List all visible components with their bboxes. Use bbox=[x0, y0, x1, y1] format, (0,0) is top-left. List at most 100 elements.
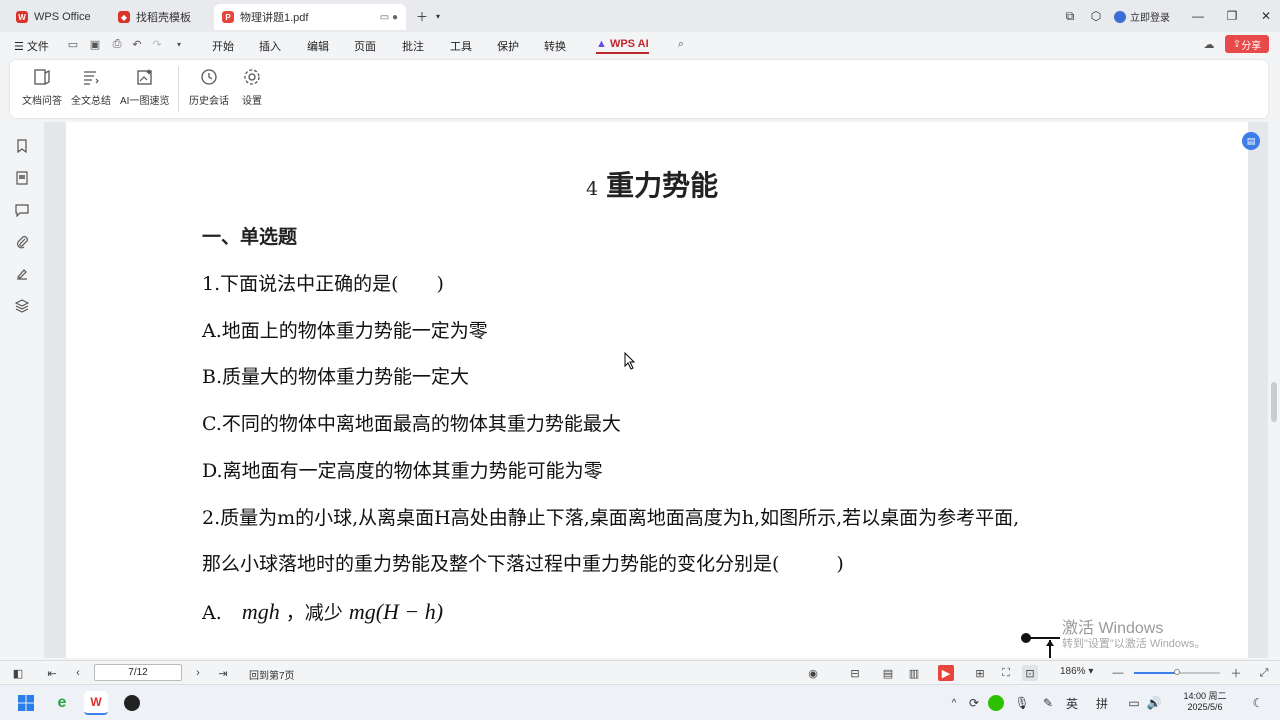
save-icon[interactable]: ▣ bbox=[88, 37, 102, 51]
scrollbar-thumb[interactable] bbox=[1271, 382, 1277, 422]
windows-start-icon[interactable] bbox=[14, 691, 38, 715]
next-page-icon[interactable]: › bbox=[190, 665, 206, 681]
wps-taskbar-icon[interactable]: W bbox=[84, 691, 108, 715]
tab-dot-icon[interactable]: ▭ ● bbox=[380, 12, 398, 23]
menu-insert[interactable]: 插入 bbox=[259, 38, 281, 54]
ime-language[interactable]: 英 bbox=[1060, 691, 1084, 715]
tab-label: 找稻壳模板 bbox=[136, 12, 191, 24]
tab-pdf-document[interactable]: P 物理讲题1.pdf ▭ ● bbox=[214, 4, 406, 30]
expand-icon[interactable]: ⤢ bbox=[1256, 665, 1272, 681]
microphone-icon[interactable]: 🎙 bbox=[1010, 691, 1034, 715]
doc-qa-button[interactable]: 文档问答 bbox=[22, 66, 62, 107]
doc-qa-icon bbox=[31, 66, 53, 88]
title-number: 4 bbox=[586, 178, 599, 200]
single-page-icon[interactable]: ▤ bbox=[880, 665, 896, 681]
login-button[interactable]: 立即登录 bbox=[1114, 9, 1170, 24]
close-button[interactable]: ✕ bbox=[1256, 6, 1276, 26]
rotate-icon[interactable]: ⊞ bbox=[972, 665, 988, 681]
page-number-input[interactable]: 7/12 bbox=[94, 664, 182, 681]
file-menu[interactable]: ☰ 文件 bbox=[14, 38, 49, 54]
settings-label: 设置 bbox=[242, 96, 262, 107]
wps-logo-icon: W bbox=[16, 11, 28, 23]
signature-icon[interactable] bbox=[14, 266, 30, 282]
wps-ai-label: WPS AI bbox=[609, 38, 649, 50]
bookmark-icon[interactable] bbox=[14, 138, 30, 154]
vertical-scrollbar[interactable] bbox=[1268, 122, 1280, 658]
zoom-out-icon[interactable]: — bbox=[1110, 665, 1126, 681]
floating-toolbox-icon[interactable]: ▤ bbox=[1242, 132, 1260, 150]
summary-button[interactable]: 全文总结 bbox=[71, 66, 111, 107]
two-page-icon[interactable]: ▥ bbox=[906, 665, 922, 681]
restore-button[interactable]: ❐ bbox=[1222, 6, 1242, 26]
minimize-button[interactable]: — bbox=[1188, 6, 1208, 26]
sync-icon[interactable]: ⟳ bbox=[962, 691, 986, 715]
redo-icon[interactable]: ↷ bbox=[150, 37, 164, 51]
document-viewport[interactable]: 4 重力势能 一、单选题 1.下面说法中正确的是( ) A.地面上的物体重力势能一… bbox=[44, 122, 1268, 658]
app-circle-icon[interactable] bbox=[120, 691, 144, 715]
menu-wps-ai[interactable]: ▲ WPS AI bbox=[596, 38, 649, 54]
share-icon: ⇪ bbox=[1232, 38, 1242, 50]
share-button[interactable]: ⇪ 分享 bbox=[1225, 35, 1269, 53]
edge-browser-icon[interactable]: e bbox=[50, 691, 74, 715]
zoom-in-icon[interactable]: ＋ bbox=[1228, 665, 1244, 681]
tab-dropdown-icon[interactable]: ▾ bbox=[428, 6, 448, 26]
activation-watermark-hint: 转到"设置"以激活 Windows。 bbox=[1062, 638, 1206, 650]
doc-qa-label: 文档问答 bbox=[22, 96, 62, 107]
print-view-icon[interactable]: ⊡ bbox=[1022, 665, 1038, 681]
wechat-icon[interactable] bbox=[984, 691, 1008, 715]
last-page-icon[interactable]: ⇥ bbox=[215, 665, 231, 681]
history-icon bbox=[198, 66, 220, 88]
menu-tools[interactable]: 工具 bbox=[450, 38, 472, 54]
ai-image-button[interactable]: AI一图速览 bbox=[120, 66, 169, 107]
user-avatar-icon bbox=[1114, 10, 1126, 23]
fullscreen-icon[interactable]: ⛶ bbox=[998, 665, 1014, 681]
tab-docer-template[interactable]: ◆ 找稻壳模板 bbox=[110, 4, 210, 30]
comment-icon[interactable] bbox=[14, 202, 30, 218]
layers-icon[interactable] bbox=[14, 298, 30, 314]
pen-icon[interactable]: ✎ bbox=[1036, 691, 1060, 715]
volume-icon[interactable]: 🔊 bbox=[1142, 691, 1166, 715]
open-icon[interactable]: ▭ bbox=[66, 37, 80, 51]
zoom-slider[interactable] bbox=[1134, 669, 1220, 675]
title-text: 重力势能 bbox=[606, 169, 719, 202]
eye-view-icon[interactable]: ◉ bbox=[805, 665, 821, 681]
history-button[interactable]: 历史会话 bbox=[189, 66, 229, 107]
ai-ribbon: 文档问答 全文总结 AI一图速览 历史会话 设置 bbox=[10, 60, 1268, 118]
attachment-icon[interactable] bbox=[14, 234, 30, 250]
pdf-icon: P bbox=[222, 11, 234, 23]
settings-button[interactable]: 设置 bbox=[241, 66, 263, 107]
menu-edit[interactable]: 编辑 bbox=[307, 38, 329, 54]
menu-convert[interactable]: 转换 bbox=[544, 38, 566, 54]
menu-home[interactable]: 开始 bbox=[212, 38, 234, 54]
search-icon[interactable]: ⌕ bbox=[674, 37, 688, 51]
menu-annotate[interactable]: 批注 bbox=[402, 38, 424, 54]
zoom-level[interactable]: 186% ▾ bbox=[1060, 666, 1093, 677]
first-page-icon[interactable]: ⇤ bbox=[44, 665, 60, 681]
math-expression: mgh bbox=[241, 599, 280, 624]
menu-protect[interactable]: 保护 bbox=[497, 38, 519, 54]
box-icon[interactable]: ⬡ bbox=[1086, 6, 1106, 26]
quick-access-dropdown-icon[interactable]: ▾ bbox=[172, 37, 186, 51]
play-icon[interactable]: ▶ bbox=[938, 665, 954, 681]
section-heading: 一、单选题 bbox=[202, 226, 298, 248]
back-to-page-link[interactable]: 回到第7页 bbox=[249, 667, 295, 682]
ime-pinyin[interactable]: 拼 bbox=[1090, 691, 1114, 715]
print-icon[interactable]: ⎙ bbox=[110, 37, 124, 51]
history-label: 历史会话 bbox=[189, 96, 229, 107]
zoom-slider-handle[interactable] bbox=[1174, 669, 1180, 675]
cloud-upload-icon[interactable]: ☁ bbox=[1202, 37, 1216, 51]
tab-wps-office[interactable]: W WPS Office bbox=[8, 4, 108, 30]
clock[interactable]: 14:00 周二 2025/5/6 bbox=[1180, 689, 1230, 712]
window-layout-icon[interactable]: ⧉ bbox=[1060, 6, 1080, 26]
sidebar-toggle-icon[interactable]: ◧ bbox=[10, 665, 26, 681]
notification-icon[interactable]: ☾ bbox=[1246, 691, 1270, 715]
thumbnail-icon[interactable] bbox=[14, 170, 30, 186]
math-expression: mg(H − h) bbox=[348, 599, 444, 624]
question-2-line-2: 那么小球落地时的重力势能及整个下落过程中重力势能的变化分别是( ) bbox=[202, 553, 844, 575]
prev-page-icon[interactable]: ‹ bbox=[70, 665, 86, 681]
undo-icon[interactable]: ↶ bbox=[130, 37, 144, 51]
share-label: 分享 bbox=[1241, 40, 1262, 52]
menu-page[interactable]: 页面 bbox=[354, 38, 376, 54]
fit-width-icon[interactable]: ⊟ bbox=[847, 665, 863, 681]
settings-icon bbox=[241, 66, 263, 88]
